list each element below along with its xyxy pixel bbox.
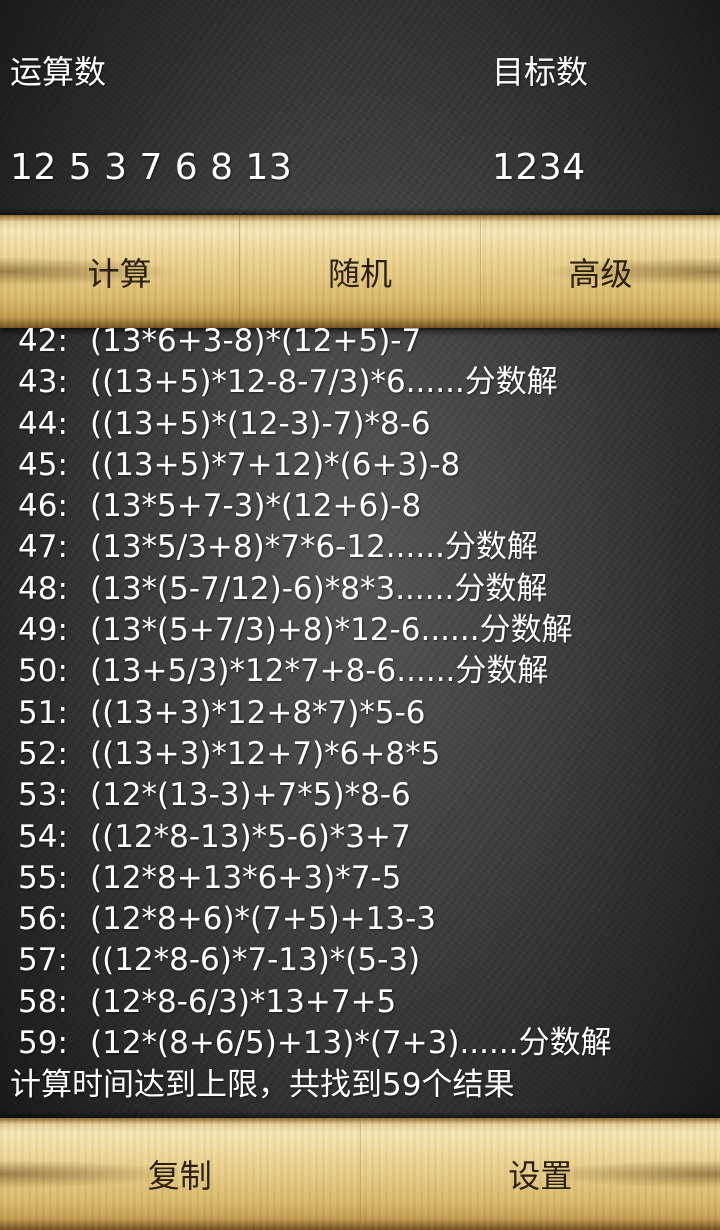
result-row: 54: ((12*8-13)*5-6)*3+7 <box>0 817 720 858</box>
status-message: 计算时间达到上限，共找到59个结果 <box>10 1067 515 1104</box>
result-expression: ((13+3)*12+7)*6+8*5 <box>90 735 441 772</box>
result-row: 49: (13*(5+7/3)+8)*12-6......分数解 <box>0 610 720 651</box>
result-index: 46: <box>18 488 68 525</box>
result-row: 56: (12*8+6)*(7+5)+13-3 <box>0 899 720 940</box>
copy-button[interactable]: 复制 <box>0 1118 360 1230</box>
target-value[interactable]: 1234 <box>492 144 586 192</box>
result-expression: (13*(5-7/12)-6)*8*3......分数解 <box>90 570 548 607</box>
result-expression: ((12*8-6)*7-13)*(5-3) <box>90 942 421 979</box>
result-expression: ((13+5)*7+12)*(6+3)-8 <box>90 446 461 483</box>
result-index: 43: <box>18 364 68 401</box>
calculate-button-label: 计算 <box>87 254 152 293</box>
copy-button-label: 复制 <box>147 1157 212 1195</box>
result-expression: ((12*8-13)*5-6)*3+7 <box>90 818 411 855</box>
random-button[interactable]: 随机 <box>239 215 479 328</box>
advanced-button-label: 高级 <box>568 254 633 293</box>
footer-toolbar: 复制 设置 <box>0 1118 720 1230</box>
result-row: 46: (13*5+7-3)*(12+6)-8 <box>0 486 720 527</box>
result-row: 52: ((13+3)*12+7)*6+8*5 <box>0 734 720 775</box>
operands-label: 运算数 <box>10 53 107 91</box>
advanced-button[interactable]: 高级 <box>479 215 720 328</box>
result-row: 42: (13*6+3-8)*(12+5)-7 <box>0 328 720 362</box>
result-row: 43: ((13+5)*12-8-7/3)*6......分数解 <box>0 362 720 403</box>
results-scroll-content: 42: (13*6+3-8)*(12+5)-7 43: ((13+5)*12-8-7… <box>0 328 720 1106</box>
result-row: 53: (12*(13-3)+7*5)*8-6 <box>0 775 720 816</box>
result-index: 59: <box>18 1025 68 1062</box>
result-index: 42: <box>18 328 68 359</box>
result-row: 47: (13*5/3+8)*7*6-12......分数解 <box>0 527 720 568</box>
result-index: 55: <box>18 859 68 896</box>
result-row: 51: ((13+3)*12+8*7)*5-6 <box>0 693 720 734</box>
result-index: 52: <box>18 735 68 772</box>
settings-button[interactable]: 设置 <box>359 1118 720 1230</box>
calculate-button[interactable]: 计算 <box>0 215 239 328</box>
result-expression: (13+5/3)*12*7+8-6......分数解 <box>90 653 549 690</box>
result-row: 58: (12*8-6/3)*13+7+5 <box>0 982 720 1023</box>
result-expression: (13*5+7-3)*(12+6)-8 <box>90 488 422 525</box>
input-header: 运算数 目标数 12 5 3 7 6 8 13 1234 <box>0 0 720 215</box>
result-index: 57: <box>18 942 68 979</box>
result-row: 45: ((13+5)*7+12)*(6+3)-8 <box>0 445 720 486</box>
result-row: 50: (13+5/3)*12*7+8-6......分数解 <box>0 651 720 692</box>
result-index: 56: <box>18 901 68 938</box>
random-button-label: 随机 <box>327 254 392 293</box>
result-row: 48: (13*(5-7/12)-6)*8*3......分数解 <box>0 569 720 610</box>
result-index: 44: <box>18 405 68 442</box>
result-expression: ((13+5)*12-8-7/3)*6......分数解 <box>90 364 558 401</box>
action-toolbar: 计算 随机 高级 <box>0 215 720 328</box>
results-list[interactable]: 42: (13*6+3-8)*(12+5)-7 43: ((13+5)*12-8-7… <box>0 328 720 1118</box>
result-expression: ((13+5)*(12-3)-7)*8-6 <box>90 405 431 442</box>
result-expression: (13*6+3-8)*(12+5)-7 <box>90 328 422 359</box>
result-expression: (13*(5+7/3)+8)*12-6......分数解 <box>90 612 573 649</box>
result-expression: (12*(8+6/5)+13)*(7+3)......分数解 <box>90 1025 612 1062</box>
result-index: 58: <box>18 983 68 1020</box>
result-expression: ((13+3)*12+8*7)*5-6 <box>90 694 426 731</box>
result-index: 54: <box>18 818 68 855</box>
result-expression: (12*8+6)*(7+5)+13-3 <box>90 901 436 938</box>
result-expression: (13*5/3+8)*7*6-12......分数解 <box>90 529 538 566</box>
result-index: 51: <box>18 694 68 731</box>
result-expression: (12*(13-3)+7*5)*8-6 <box>90 777 411 814</box>
result-index: 50: <box>18 653 68 690</box>
settings-button-label: 设置 <box>508 1157 573 1195</box>
result-index: 45: <box>18 446 68 483</box>
target-label: 目标数 <box>492 53 589 91</box>
result-index: 48: <box>18 570 68 607</box>
result-row: 59: (12*(8+6/5)+13)*(7+3)......分数解 <box>0 1023 720 1064</box>
result-row: 44: ((13+5)*(12-3)-7)*8-6 <box>0 404 720 445</box>
result-row: 57: ((12*8-6)*7-13)*(5-3) <box>0 940 720 981</box>
result-index: 49: <box>18 612 68 649</box>
result-index: 53: <box>18 777 68 814</box>
result-row: 55: (12*8+13*6+3)*7-5 <box>0 858 720 899</box>
result-expression: (12*8+13*6+3)*7-5 <box>90 859 402 896</box>
result-expression: (12*8-6/3)*13+7+5 <box>90 983 397 1020</box>
operands-value[interactable]: 12 5 3 7 6 8 13 <box>10 144 292 192</box>
result-index: 47: <box>18 529 68 566</box>
